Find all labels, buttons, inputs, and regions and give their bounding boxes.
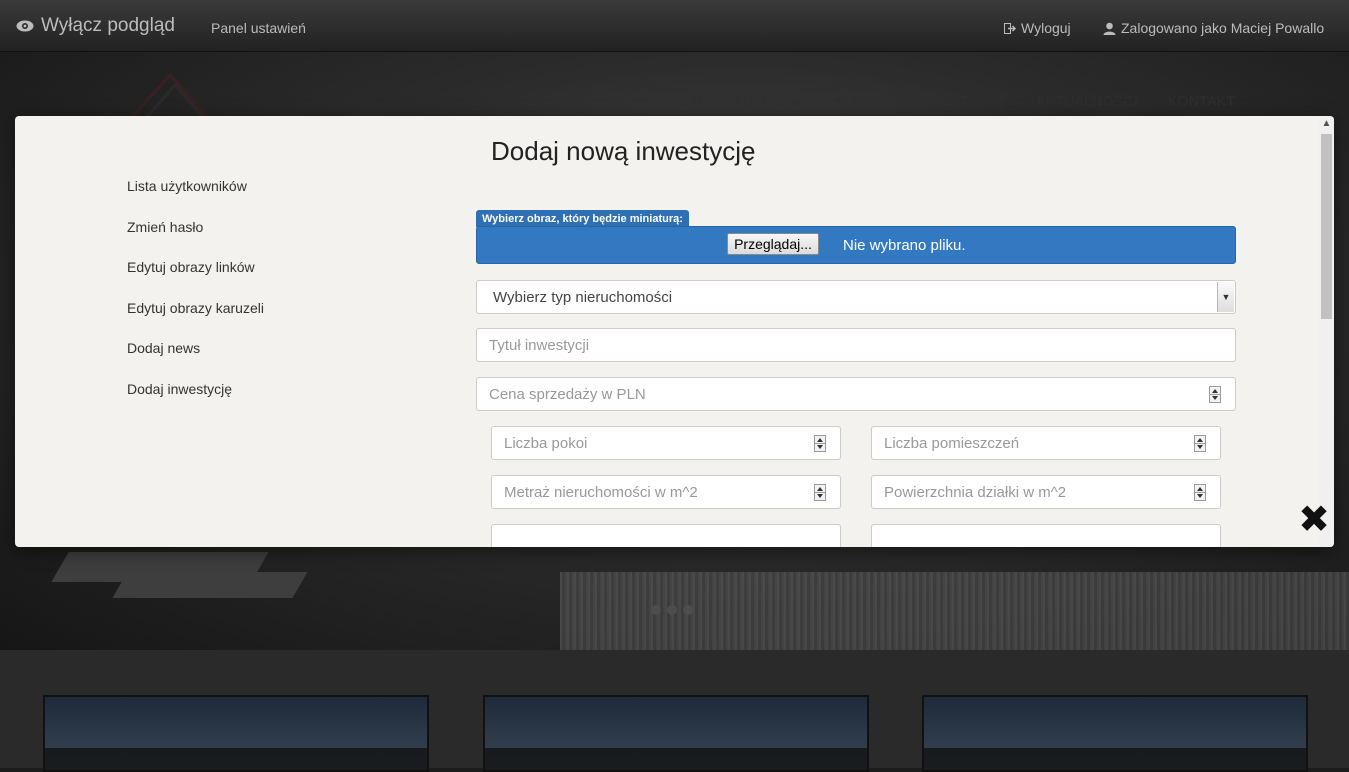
plot-field[interactable]: [871, 475, 1221, 509]
investment-card[interactable]: [483, 695, 869, 772]
plot-stepper[interactable]: [1194, 484, 1206, 501]
rooms-input[interactable]: [492, 427, 840, 459]
site-nav-item[interactable]: KONTAKT: [1168, 93, 1235, 109]
area-input[interactable]: [492, 476, 840, 508]
thumbnail-label: Wybierz obraz, który będzie miniaturą:: [476, 210, 689, 227]
side-menu-item-add-investment[interactable]: Dodaj inwestycję: [127, 381, 264, 422]
next-field-partial[interactable]: [491, 524, 841, 547]
investment-title-field[interactable]: [476, 328, 1236, 362]
side-menu-item-add-news[interactable]: Dodaj news: [127, 340, 264, 381]
spaces-stepper[interactable]: [1194, 435, 1206, 452]
toggle-preview-label: Wyłącz podgląd: [41, 15, 175, 36]
toggle-preview-link[interactable]: Wyłącz podgląd: [16, 15, 175, 37]
investment-title-input[interactable]: [477, 329, 1235, 361]
eye-icon: [16, 20, 34, 32]
card-image: [45, 748, 427, 770]
file-status-text: Nie wybrano pliku.: [843, 237, 966, 254]
add-investment-modal: Dodaj nową inwestycję Lista użytkowników…: [15, 116, 1334, 547]
price-stepper[interactable]: [1209, 386, 1221, 403]
side-menu-item-edit-link-images[interactable]: Edytuj obrazy linków: [127, 259, 264, 300]
logout-icon: [1004, 22, 1016, 34]
side-menu-item-change-password[interactable]: Zmień hasło: [127, 219, 264, 260]
modal-scrollbar[interactable]: ▲: [1319, 116, 1334, 547]
carousel-dots: [651, 605, 693, 615]
paving-slab: [112, 572, 308, 598]
card-image: [924, 748, 1306, 770]
site-nav-item[interactable]: STRONA GŁÓWNA: [680, 93, 808, 109]
site-nav-item[interactable]: O NAS: [838, 93, 883, 109]
user-icon: [1103, 22, 1116, 35]
area-stepper[interactable]: [814, 484, 826, 501]
site-main-nav: STRONA GŁÓWNA O NAS INWESTYCJE AKTUALNOŚ…: [680, 93, 1265, 109]
logout-link[interactable]: Wyloguj: [1004, 20, 1071, 36]
thumbnail-file-input[interactable]: Przeglądaj... Nie wybrano pliku.: [476, 226, 1236, 264]
scroll-up-icon[interactable]: ▲: [1319, 116, 1334, 132]
next-field-partial[interactable]: [871, 524, 1221, 547]
site-nav-item[interactable]: INWESTYCJE: [913, 93, 1006, 109]
property-type-select[interactable]: Wybierz typ nieruchomości ▼: [476, 280, 1236, 314]
settings-panel-link[interactable]: Panel ustawień: [211, 20, 306, 36]
property-type-value: Wybierz typ nieruchomości: [493, 289, 673, 306]
card-image: [485, 748, 867, 770]
admin-topbar: Wyłącz podgląd Panel ustawień Wyloguj Za…: [0, 0, 1349, 52]
carousel-dot[interactable]: [651, 605, 661, 615]
carousel-dot[interactable]: [667, 605, 677, 615]
site-nav-item[interactable]: AKTUALNOŚCI: [1036, 93, 1138, 109]
modal-title: Dodaj nową inwestycję: [491, 136, 756, 166]
spaces-field[interactable]: [871, 426, 1221, 460]
chevron-down-icon[interactable]: ▼: [1217, 282, 1234, 312]
plot-input[interactable]: [872, 476, 1220, 508]
scrollbar-thumb[interactable]: [1321, 134, 1332, 319]
carousel-dot[interactable]: [683, 605, 693, 615]
close-icon[interactable]: ✖: [1298, 501, 1330, 539]
settings-side-menu: Lista użytkowników Zmień hasło Edytuj ob…: [127, 178, 264, 422]
price-field[interactable]: [476, 377, 1236, 411]
investment-card[interactable]: [43, 695, 429, 772]
logout-label: Wyloguj: [1021, 20, 1071, 36]
rooms-field[interactable]: [491, 426, 841, 460]
rooms-stepper[interactable]: [814, 435, 826, 452]
logged-in-user: Zalogowano jako Maciej Powallo: [1103, 20, 1324, 36]
browse-button[interactable]: Przeglądaj...: [727, 233, 819, 255]
spaces-input[interactable]: [872, 427, 1220, 459]
side-menu-item-edit-carousel-images[interactable]: Edytuj obrazy karuzeli: [127, 300, 264, 341]
area-field[interactable]: [491, 475, 841, 509]
investment-card[interactable]: [922, 695, 1308, 772]
side-menu-item-users[interactable]: Lista użytkowników: [127, 178, 264, 219]
logged-in-label: Zalogowano jako Maciej Powallo: [1121, 20, 1325, 36]
price-input[interactable]: [477, 378, 1235, 410]
